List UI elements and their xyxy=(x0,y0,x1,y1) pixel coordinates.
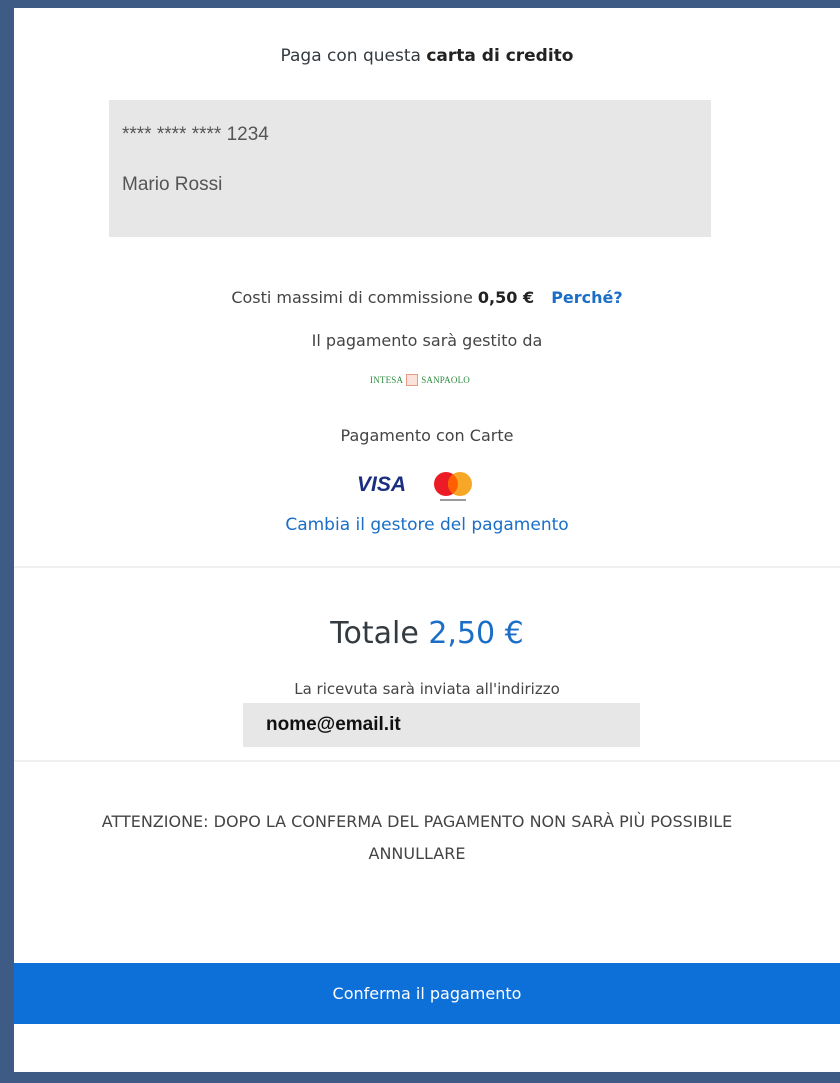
section-divider xyxy=(14,760,840,762)
cancellation-warning: ATTENZIONE: DOPO LA CONFERMA DEL PAGAMEN… xyxy=(14,806,830,870)
psp-logo-mark-icon xyxy=(406,374,419,386)
commission-amount: 0,50 € xyxy=(477,288,535,307)
payment-page: Paga con questa carta di credito **** **… xyxy=(14,8,840,1072)
card-brands: VISA xyxy=(357,468,497,508)
psp-logo-left: INTESA xyxy=(370,375,404,385)
commission-line: Costi massimi di commissione 0,50 € Perc… xyxy=(14,288,840,307)
email-field[interactable]: nome@email.it xyxy=(243,703,640,747)
total-label: Totale xyxy=(330,616,419,651)
change-psp-link[interactable]: Cambia il gestore del pagamento xyxy=(14,515,840,535)
warning-line-1: ATTENZIONE: DOPO LA CONFERMA DEL PAGAMEN… xyxy=(101,812,733,831)
why-link[interactable]: Perché? xyxy=(551,288,622,307)
total-amount: 2,50 € xyxy=(428,616,524,651)
title-prefix: Paga con questa xyxy=(280,46,421,66)
payment-method-label: Pagamento con Carte xyxy=(340,426,514,445)
warning-line-2: ANNULLARE xyxy=(368,844,466,863)
commission-label: Costi massimi di commissione xyxy=(231,288,473,307)
page-title: Paga con questa carta di credito xyxy=(14,46,840,66)
mastercard-logo-icon xyxy=(434,472,472,501)
visa-logo-icon: VISA xyxy=(357,473,407,496)
confirm-payment-button[interactable]: Conferma il pagamento xyxy=(14,963,840,1024)
intesa-sanpaolo-logo-icon: INTESA SANPAOLO xyxy=(370,372,470,388)
card-holder-name: Mario Rossi xyxy=(122,174,223,195)
section-divider xyxy=(14,566,840,568)
title-emphasis: carta di credito xyxy=(426,46,574,66)
email-value: nome@email.it xyxy=(266,714,401,735)
psp-handled-by: Il pagamento sarà gestito da xyxy=(311,331,543,350)
receipt-info: La ricevuta sarà inviata all'indirizzo xyxy=(294,680,560,698)
credit-card-panel[interactable]: **** **** **** 1234 Mario Rossi xyxy=(109,100,711,237)
card-number: **** **** **** 1234 xyxy=(122,124,269,145)
psp-logo-right: SANPAOLO xyxy=(421,375,470,385)
total-line: Totale 2,50 € xyxy=(14,616,840,651)
